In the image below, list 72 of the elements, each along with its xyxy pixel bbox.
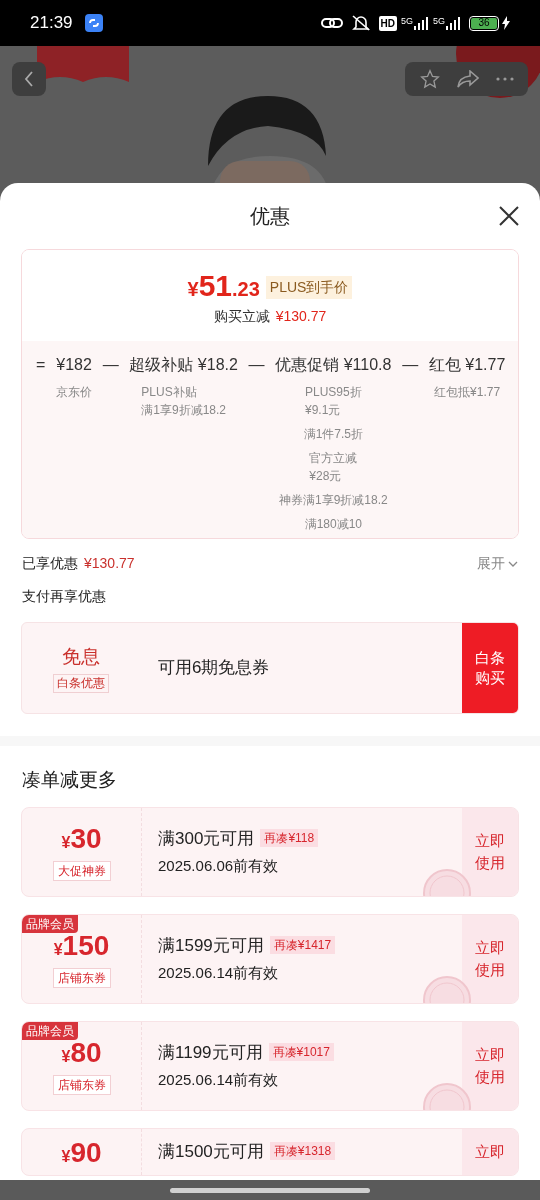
battery-level: 36 <box>478 18 490 28</box>
price-tag: PLUS到手价 <box>265 275 353 299</box>
coupon-amount: ¥30 <box>61 822 102 856</box>
close-button[interactable] <box>498 205 520 227</box>
coupon-gap-tag: 再凑¥1017 <box>268 1043 334 1062</box>
section-title: 凑单减更多 <box>22 768 118 792</box>
use-now-button[interactable]: 立即 使用 <box>462 914 518 1003</box>
breakdown-amount: 优惠促销 ¥110.8 <box>275 355 392 375</box>
share-icon[interactable] <box>456 70 479 88</box>
star-icon[interactable] <box>419 69 440 89</box>
network-label: HD <box>378 15 397 31</box>
member-badge: 品牌会员 <box>22 914 78 933</box>
coupon-amount: ¥90 <box>61 1136 102 1170</box>
section-title: 支付再享优惠 <box>22 587 107 606</box>
breakdown-detail: PLUS补贴 满1享9折减18.2 <box>141 384 226 419</box>
breakdown-detail: 京东价 <box>56 384 93 401</box>
coupon-type: 店铺东券 <box>52 1074 111 1095</box>
coupon-type: 大促神券 <box>52 860 111 881</box>
breakdown-detail: 满1件7.5折 <box>303 426 364 443</box>
coupon-condition: 满1199元可用 <box>158 1041 263 1064</box>
muted-bell-icon <box>350 14 371 32</box>
operator-sign: — <box>401 355 420 375</box>
use-now-button[interactable]: 立即 <box>462 1128 518 1175</box>
sheet-title: 优惠 <box>250 204 290 229</box>
member-badge: 品牌会员 <box>22 1021 78 1040</box>
breakdown-detail: 神券满1享9折减18.2 <box>279 492 388 509</box>
operator-sign: — <box>247 355 266 375</box>
coupon-condition: 满1500元可用 <box>158 1140 264 1163</box>
breakdown-detail: 红包抵¥1.77 <box>434 384 501 401</box>
baitiao-tag: 白条优惠 <box>53 673 109 693</box>
operator-sign: — <box>101 355 120 375</box>
enjoyed-amount: ¥130.77 <box>84 554 135 573</box>
chevron-icon <box>508 560 518 567</box>
final-price: ¥51.23 <box>187 270 260 304</box>
app-icon <box>84 14 103 32</box>
signal-icon <box>445 16 461 30</box>
more-icon[interactable] <box>495 77 514 81</box>
coupon-expiry: 2025.06.14前有效 <box>158 1070 280 1090</box>
breakdown-detail: 官方立减 ¥28元 <box>309 450 358 485</box>
enjoyed-label: 已享优惠 <box>22 554 78 573</box>
breakdown-amount: 超级补贴 ¥18.2 <box>129 355 238 375</box>
coupon-gap-tag: 再凑¥1417 <box>269 936 336 955</box>
home-indicator[interactable] <box>170 1187 370 1193</box>
network-label: 5G <box>400 16 413 26</box>
network-label: 5G <box>433 16 445 26</box>
breakdown-detail: PLUS95折 ¥9.1元 <box>305 384 362 419</box>
coupon-condition: 满300元可用 <box>158 827 255 850</box>
coupon-gap-tag: 再凑¥1318 <box>269 1142 336 1161</box>
coupon-type: 店铺东券 <box>52 967 111 988</box>
coupon-condition: 满1599元可用 <box>158 934 264 957</box>
baitiao-buy-button[interactable]: 白条 购买 <box>462 623 518 713</box>
interest-free-description: 可用6期免息券 <box>158 657 271 680</box>
interest-free-title: 免息 <box>62 645 100 670</box>
link-icon <box>320 16 343 30</box>
use-now-button[interactable]: 立即 使用 <box>462 1021 518 1110</box>
back-button[interactable] <box>12 62 46 96</box>
operator-sign: = <box>35 355 47 375</box>
close-icon <box>499 206 519 226</box>
saving-amount: ¥130.77 <box>275 307 327 326</box>
breakdown-detail: 满180减10 <box>304 516 363 533</box>
breakdown-amount: 红包 ¥1.77 <box>428 355 506 375</box>
breakdown-amount: ¥182 <box>56 355 92 375</box>
signal-icon <box>413 16 429 30</box>
status-time: 21:39 <box>30 12 73 35</box>
coupon-expiry: 2025.06.06前有效 <box>158 856 280 876</box>
coupon-expiry: 2025.06.14前有效 <box>158 963 280 983</box>
back-icon <box>24 71 34 87</box>
expand-toggle[interactable]: 展开 <box>477 553 518 574</box>
use-now-button[interactable]: 立即 使用 <box>462 807 518 896</box>
saving-label: 购买立减 <box>213 307 270 326</box>
coupon-gap-tag: 再凑¥118 <box>260 829 319 848</box>
charging-icon <box>502 16 510 30</box>
